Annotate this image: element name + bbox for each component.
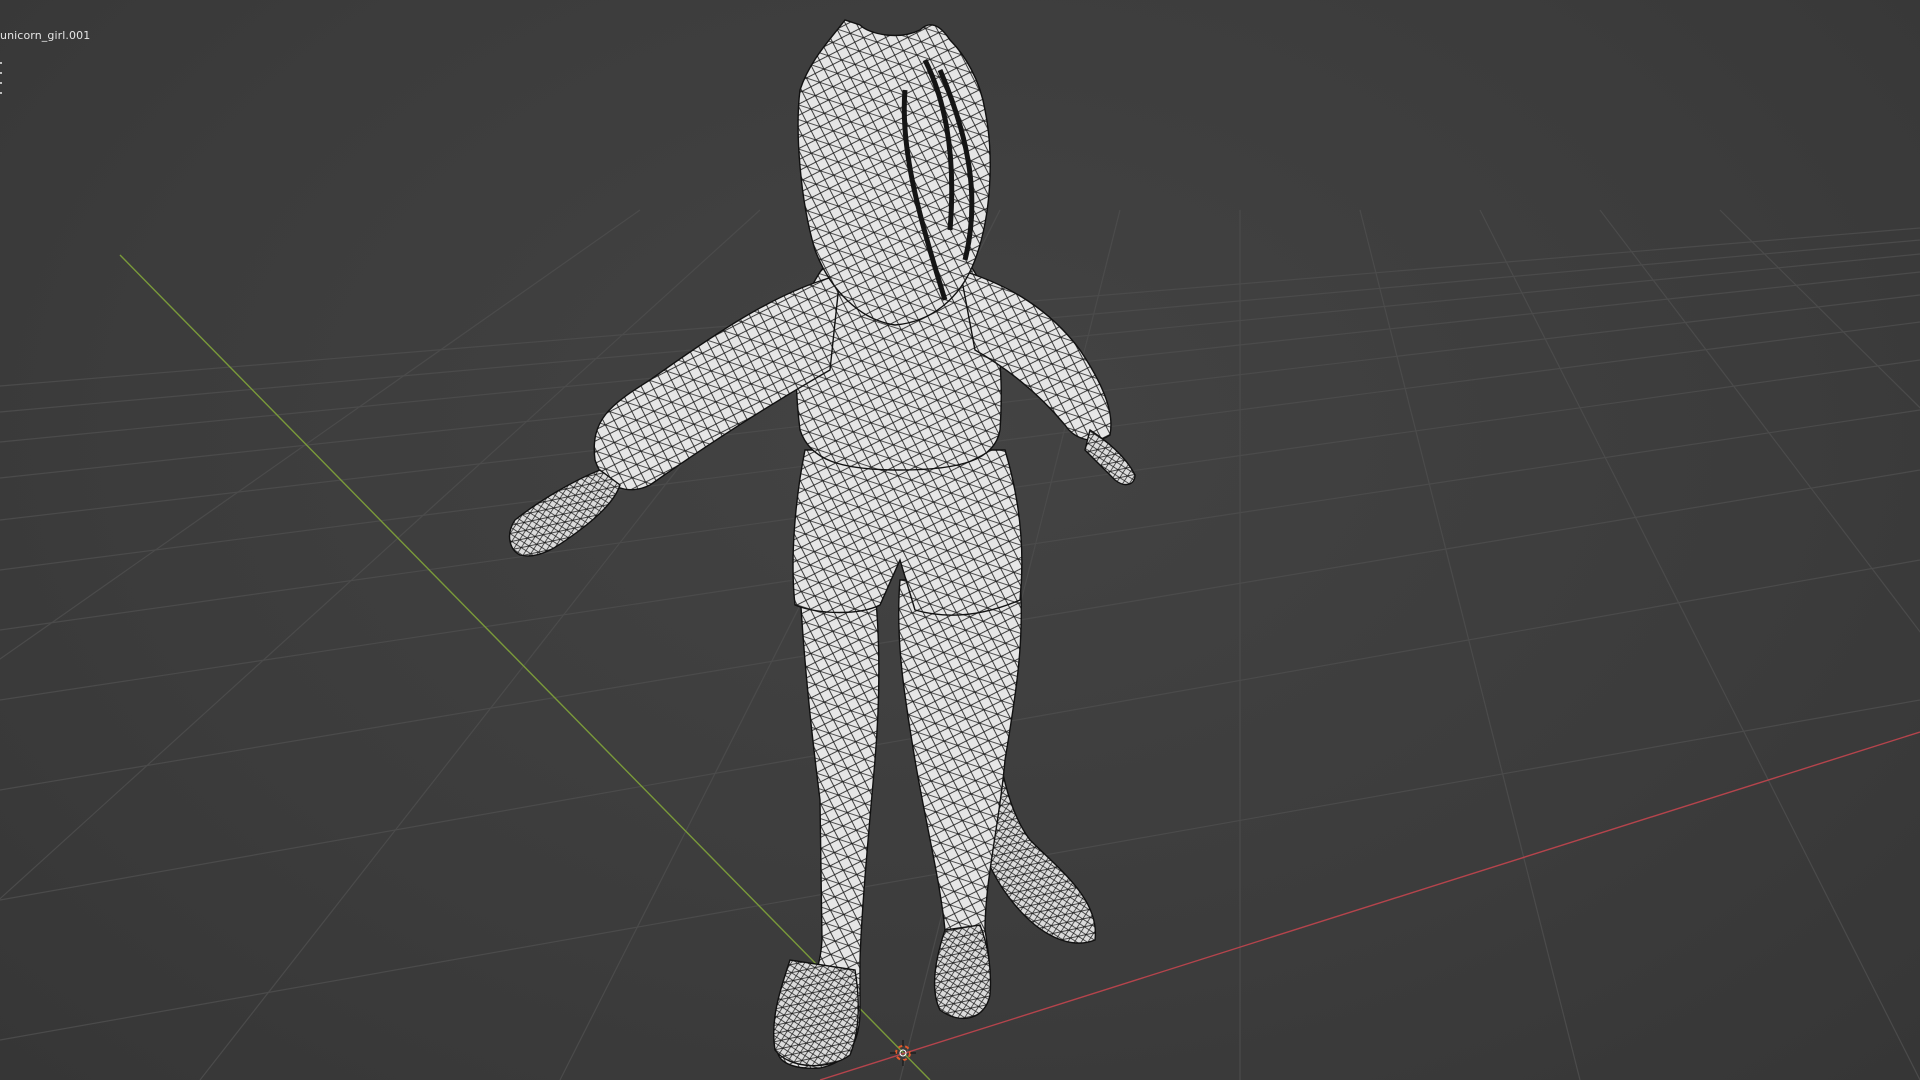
left-hand-mesh[interactable] bbox=[508, 469, 621, 557]
left-boot-mesh[interactable] bbox=[772, 959, 859, 1067]
right-boot-mesh[interactable] bbox=[933, 924, 992, 1020]
active-object-name: unicorn_girl.001 bbox=[0, 29, 91, 42]
character-mesh[interactable] bbox=[508, 19, 1136, 1069]
overlay-stats-dots bbox=[0, 62, 3, 102]
viewport-canvas[interactable] bbox=[0, 0, 1920, 1080]
3d-viewport[interactable]: unicorn_girl.001 bbox=[0, 0, 1920, 1080]
